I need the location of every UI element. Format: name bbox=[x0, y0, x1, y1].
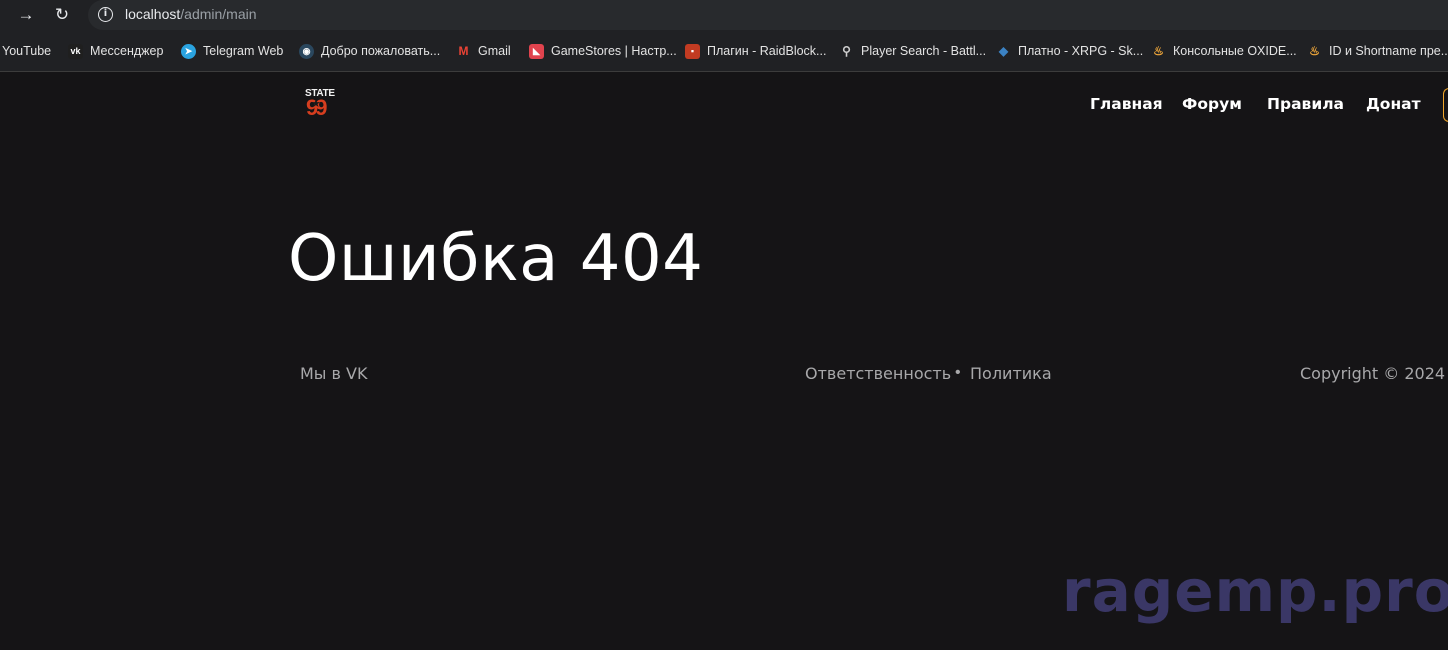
site-logo[interactable]: STATE 99 ★ bbox=[305, 88, 337, 122]
vk-icon: vk bbox=[68, 44, 83, 59]
vk-link[interactable]: Мы в VK bbox=[300, 364, 367, 383]
page-content: STATE 99 ★ Главная Форум Правила Донат О… bbox=[0, 72, 1448, 650]
browser-toolbar: → ↻ i localhost/admin/main bbox=[0, 0, 1448, 30]
footer-separator: • bbox=[955, 364, 961, 381]
bookmarks-bar: YouTube vk Мессенджер ➤ Telegram Web ◉ Д… bbox=[2, 44, 1448, 59]
xrpg-icon: ◆ bbox=[998, 44, 1009, 58]
nav-rules-link[interactable]: Правила bbox=[1267, 95, 1344, 113]
browser-chrome: → ↻ i localhost/admin/main YouTube vk Ме… bbox=[0, 0, 1448, 72]
telegram-icon: ➤ bbox=[181, 44, 196, 59]
nav-cta-button[interactable] bbox=[1443, 88, 1448, 122]
responsibility-link[interactable]: Ответственность bbox=[805, 364, 951, 383]
oxide-flame-icon: ♨ bbox=[1309, 44, 1320, 58]
site-info-icon[interactable]: i bbox=[98, 7, 113, 22]
oxide-flame-icon: ♨ bbox=[1153, 44, 1164, 58]
page-title: Ошибка 404 bbox=[288, 222, 704, 296]
forward-arrow-icon[interactable]: → bbox=[14, 3, 38, 27]
address-bar[interactable]: i localhost/admin/main bbox=[88, 0, 1448, 30]
policy-link[interactable]: Политика bbox=[970, 364, 1052, 383]
nav-forum-link[interactable]: Форум bbox=[1182, 95, 1242, 113]
rust-plugin-icon: ▪ bbox=[685, 44, 700, 59]
gmail-icon: M bbox=[458, 44, 469, 58]
url-text[interactable]: localhost/admin/main bbox=[125, 6, 257, 22]
reload-icon[interactable]: ↻ bbox=[50, 3, 74, 27]
magnifier-icon: ⚲ bbox=[842, 44, 851, 58]
copyright-text: Copyright © 2024 S bbox=[1300, 364, 1448, 383]
watermark: ragemp.pro bbox=[1062, 557, 1448, 625]
star-icon: ★ bbox=[311, 98, 321, 110]
nav-home-link[interactable]: Главная bbox=[1090, 95, 1163, 113]
steam-icon: ◉ bbox=[299, 44, 314, 59]
nav-donate-link[interactable]: Донат bbox=[1366, 95, 1421, 113]
gamestores-icon: ◣ bbox=[529, 44, 544, 59]
